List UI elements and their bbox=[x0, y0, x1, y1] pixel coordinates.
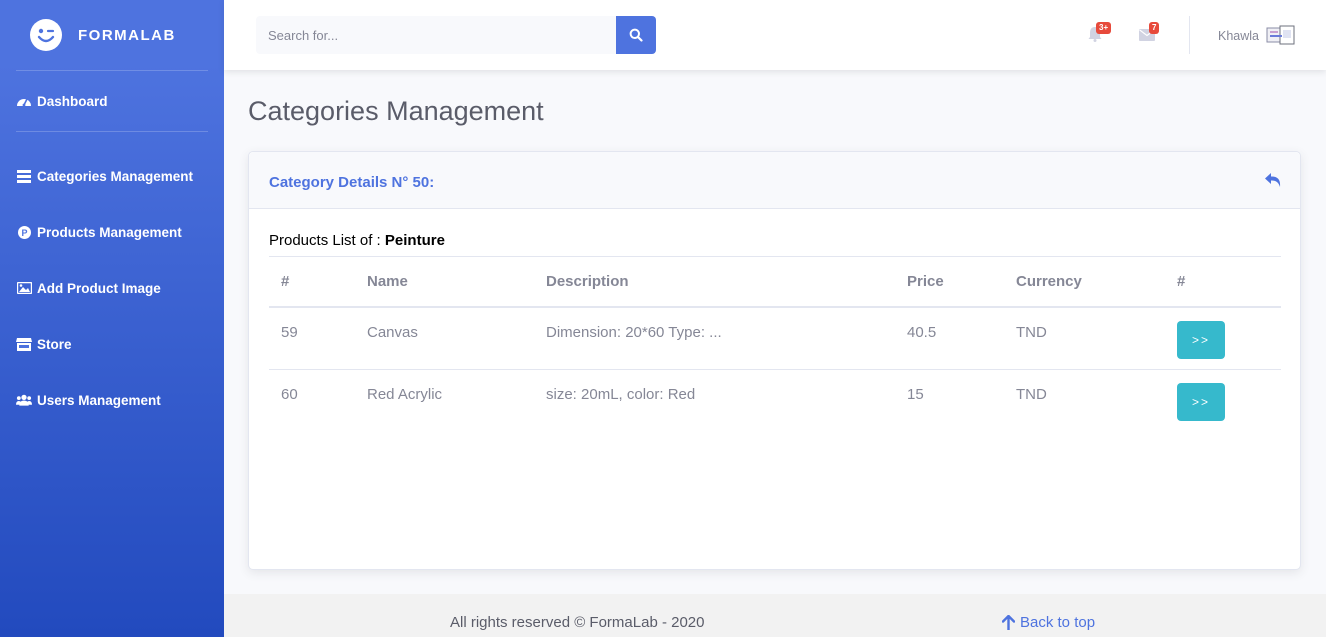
users-icon bbox=[16, 393, 32, 407]
topbar-divider bbox=[1189, 16, 1190, 54]
cell-price: 15 bbox=[907, 386, 924, 403]
sidebar: FORMALAB Dashboard Categories Management… bbox=[0, 0, 224, 637]
list-icon bbox=[16, 169, 32, 183]
tachometer-icon bbox=[16, 94, 32, 108]
sidebar-item-label: Users Management bbox=[37, 392, 161, 408]
sidebar-item-label: Dashboard bbox=[37, 93, 108, 109]
sidebar-item-label: Add Product Image bbox=[37, 280, 161, 296]
sidebar-item-categories[interactable]: Categories Management bbox=[0, 148, 224, 204]
back-button[interactable] bbox=[1264, 172, 1282, 193]
brand-name: FORMALAB bbox=[78, 26, 176, 44]
sidebar-item-label: Categories Management bbox=[37, 168, 194, 184]
view-product-button[interactable]: >> bbox=[1177, 320, 1225, 359]
cell-name: Canvas bbox=[355, 306, 534, 370]
products-list-heading: Products List of : Peinture bbox=[269, 232, 445, 249]
search-icon bbox=[629, 28, 643, 42]
sidebar-item-products[interactable]: P Products Management bbox=[0, 204, 224, 260]
cell-description: Dimension: 20*60 Type: ... bbox=[534, 306, 895, 370]
view-product-button[interactable]: >> bbox=[1177, 383, 1225, 421]
cell-id: 59 bbox=[269, 306, 355, 370]
table-row: 59 Canvas Dimension: 20*60 Type: ... 40.… bbox=[269, 306, 1281, 370]
products-table: # Name Description Price Currency # 59 C… bbox=[269, 256, 1281, 433]
brand[interactable]: FORMALAB bbox=[0, 0, 224, 70]
image-icon bbox=[16, 281, 32, 295]
avatar-image-icon bbox=[1266, 25, 1295, 45]
avatar[interactable] bbox=[1266, 24, 1298, 46]
wink-logo-icon bbox=[30, 19, 62, 51]
product-icon: P bbox=[16, 225, 32, 239]
search-input[interactable] bbox=[256, 16, 616, 54]
sidebar-item-label: Products Management bbox=[37, 224, 182, 240]
search-group bbox=[256, 16, 656, 54]
table-header-row: # Name Description Price Currency # bbox=[269, 256, 1281, 308]
cell-price: 40.5 bbox=[895, 306, 1004, 370]
sidebar-item-dashboard[interactable]: Dashboard bbox=[0, 71, 224, 131]
search-button[interactable] bbox=[616, 16, 656, 54]
card-title: Category Details N° 50: bbox=[269, 174, 435, 191]
svg-text:P: P bbox=[21, 227, 27, 237]
table-row: 60 Red Acrylic size: 20mL, color: Red 15… bbox=[269, 370, 1281, 433]
cell-action: >> bbox=[1165, 306, 1281, 370]
column-header-description[interactable]: Description bbox=[534, 256, 895, 308]
category-details-card: Category Details N° 50: Products List of… bbox=[248, 151, 1301, 570]
cell-name: Red Acrylic bbox=[367, 386, 443, 403]
cell-action: >> bbox=[1165, 370, 1281, 433]
column-header-price[interactable]: Price bbox=[895, 256, 1004, 308]
store-icon bbox=[16, 337, 32, 351]
back-to-top-link[interactable]: Back to top bbox=[1002, 614, 1095, 631]
page-title: Categories Management bbox=[248, 96, 544, 126]
category-name: Peinture bbox=[384, 232, 445, 249]
footer: All rights reserved © FormaLab - 2020 Ba… bbox=[224, 594, 1326, 637]
back-to-top-label: Back to top bbox=[1020, 614, 1096, 631]
messages-button[interactable]: 7 bbox=[1139, 22, 1160, 46]
reply-icon bbox=[1265, 173, 1281, 187]
alerts-button[interactable]: 3+ bbox=[1088, 22, 1112, 47]
arrow-up-icon bbox=[1002, 615, 1015, 630]
cell-description: size: 20mL, color: Red bbox=[546, 386, 696, 403]
copyright-text: All rights reserved © FormaLab - 2020 bbox=[450, 614, 705, 631]
column-header-action[interactable]: # bbox=[1165, 256, 1281, 308]
sidebar-item-users[interactable]: Users Management bbox=[0, 372, 224, 428]
products-list-prefix: Products List of : bbox=[269, 232, 385, 249]
alerts-badge: 3+ bbox=[1096, 22, 1112, 34]
topbar: 3+ 7 Khawla bbox=[224, 0, 1326, 70]
cell-id: 60 bbox=[281, 386, 298, 403]
card-header: Category Details N° 50: bbox=[249, 152, 1300, 209]
column-header-name[interactable]: Name bbox=[355, 256, 534, 308]
column-header-id[interactable]: # bbox=[269, 256, 355, 308]
cell-currency: TND bbox=[1004, 306, 1165, 370]
messages-badge: 7 bbox=[1149, 22, 1160, 34]
sidebar-item-label: Store bbox=[37, 336, 72, 352]
cell-currency: TND bbox=[1016, 386, 1047, 403]
column-header-currency[interactable]: Currency bbox=[1004, 256, 1165, 308]
sidebar-item-add-image[interactable]: Add Product Image bbox=[0, 260, 224, 316]
sidebar-item-store[interactable]: Store bbox=[0, 316, 224, 372]
user-name[interactable]: Khawla bbox=[1218, 29, 1259, 43]
